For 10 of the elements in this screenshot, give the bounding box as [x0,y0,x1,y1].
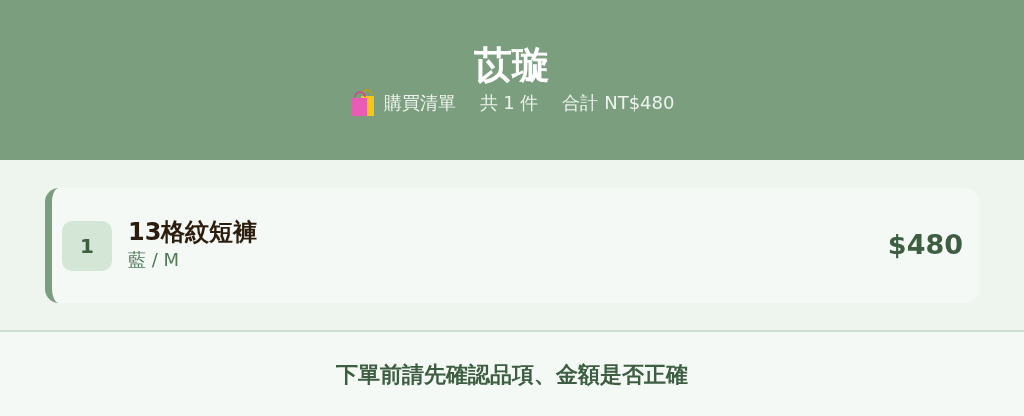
page-title: 苡璇 [474,43,550,89]
item-variant: 藍 / M [128,248,181,273]
confirm-note: 下單前請先確認品項、金額是否正確 [336,360,688,389]
item-number: 1 [62,220,112,271]
shopping-bags-icon [349,88,376,117]
total-amount: 合計 NT$480 [562,91,675,116]
item-count: 共 1 件 [479,91,539,116]
list-label: 購買清單 [383,91,456,116]
item-price: $480 [887,228,963,263]
item-name: 13格紋短褲 [128,217,259,247]
